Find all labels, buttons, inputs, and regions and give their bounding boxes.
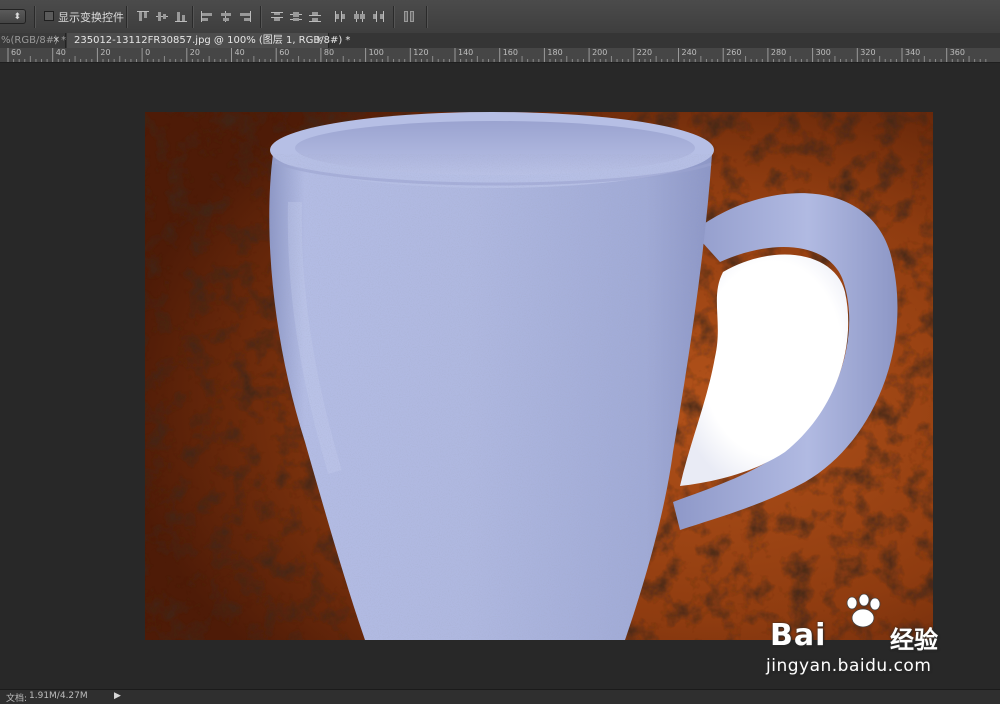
ruler-label: 360 (949, 48, 965, 57)
ruler-label: 240 (681, 48, 697, 57)
divider (192, 6, 194, 28)
mug-on-leather-image[interactable] (145, 112, 933, 640)
status-bar: 文档: 1.91M/4.27M ▶ (0, 689, 1000, 704)
show-transform-controls-checkbox[interactable] (44, 11, 54, 21)
divider (426, 6, 428, 28)
options-bar: ⬍ 显示变换控件 (0, 0, 1000, 34)
ruler-label: 260 (726, 48, 742, 57)
distribute-top-icon[interactable] (270, 10, 284, 23)
ruler-label: 300 (815, 48, 831, 57)
baidu-jingyan-watermark: Bai 经验 jingyan.baidu.com (760, 592, 990, 687)
watermark-brand-suffix: 经验 (890, 626, 938, 654)
tab-document-previous[interactable]: %(RGB/8#) * × (0, 33, 66, 48)
ruler-label: 200 (592, 48, 608, 57)
ruler-label: 0 (145, 48, 151, 57)
ruler-label: 60 (279, 48, 290, 57)
document-artwork (145, 112, 933, 640)
ruler-label: 140 (458, 48, 474, 57)
divider (260, 6, 262, 28)
tool-preset-dropdown[interactable]: ⬍ (0, 9, 26, 24)
close-icon[interactable]: × (52, 33, 60, 48)
distribute-left-icon[interactable] (333, 10, 347, 23)
ruler-label: 60 (11, 48, 22, 57)
close-icon[interactable]: × (315, 33, 323, 48)
ruler-label: 160 (502, 48, 518, 57)
watermark-url: jingyan.baidu.com (766, 656, 932, 676)
align-left-edges-icon[interactable] (200, 10, 214, 23)
ruler-label: 340 (905, 48, 921, 57)
distribute-bottom-icon[interactable] (308, 10, 322, 23)
doc-size-value: 1.91M/4.27M (29, 691, 88, 701)
ruler-label: 100 (368, 48, 384, 57)
align-bottom-edges-icon[interactable] (174, 10, 188, 23)
ruler-label: 80 (323, 48, 335, 57)
align-right-edges-icon[interactable] (238, 10, 252, 23)
ruler-label: 120 (413, 48, 429, 57)
ruler-label: 40 (234, 48, 245, 57)
ruler-label: 280 (770, 48, 787, 57)
align-horizontal-centers-icon[interactable] (219, 10, 233, 23)
horizontal-ruler[interactable]: 60 40 20 0 20 40 60 80 100 120 140 160 180 200 220 240 2… (0, 48, 1000, 63)
watermark-brand: Bai (770, 618, 827, 653)
tab-document-active[interactable]: 235012-13112FR30857.jpg @ 100% (图层 1, RG… (67, 33, 350, 48)
status-menu-arrow-icon[interactable]: ▶ (114, 691, 121, 701)
align-vertical-centers-icon[interactable] (155, 10, 169, 23)
divider (393, 6, 395, 28)
ruler-label: 20 (100, 48, 111, 57)
distribute-hcenter-icon[interactable] (352, 10, 366, 23)
show-transform-controls-label: 显示变换控件 (58, 11, 124, 24)
ruler-label: 20 (189, 48, 200, 57)
align-top-edges-icon[interactable] (136, 10, 150, 23)
ruler-label: 40 (55, 48, 66, 57)
distribute-vcenter-icon[interactable] (289, 10, 303, 23)
divider (34, 6, 36, 28)
ruler-label: 220 (636, 48, 653, 57)
doc-size-label: 文档: (6, 694, 28, 704)
baidu-paw-icon (846, 594, 881, 628)
ruler-label: 180 (547, 48, 563, 57)
tab-label: 235012-13112FR30857.jpg @ 100% (图层 1, RG… (74, 35, 351, 46)
document-tab-bar: %(RGB/8#) * × 235012-13112FR30857.jpg @ … (0, 33, 1000, 48)
ruler-label: 320 (860, 48, 876, 57)
distribute-right-icon[interactable] (371, 10, 385, 23)
auto-align-layers-icon[interactable] (402, 10, 416, 23)
updown-arrows-icon: ⬍ (13, 12, 21, 22)
divider (126, 6, 128, 28)
